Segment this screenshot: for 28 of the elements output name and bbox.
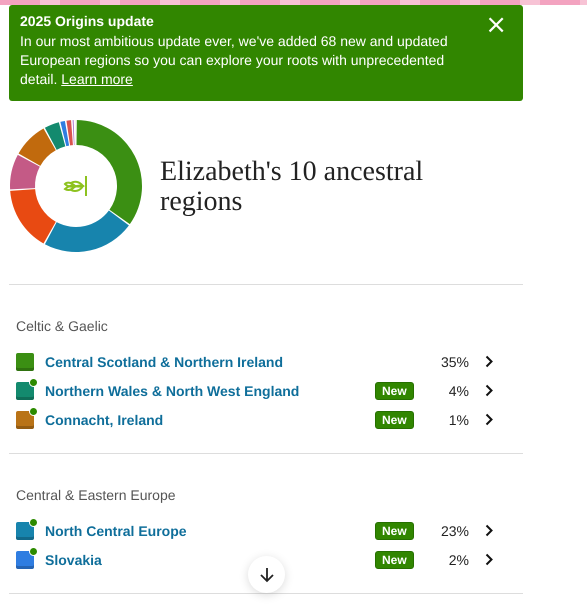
page-heading: Elizabeth's 10 ancestral regions xyxy=(160,156,424,216)
new-badge: New xyxy=(375,522,414,540)
scroll-down-button[interactable] xyxy=(248,556,285,593)
banner-title: 2025 Origins update xyxy=(20,13,155,29)
section-title: Central & Eastern Europe xyxy=(16,487,177,503)
percentage: 4% xyxy=(448,382,469,398)
region-link[interactable]: North Central Europe xyxy=(45,522,375,538)
learn-more-link[interactable]: Learn more xyxy=(61,71,133,87)
arrow-down-icon xyxy=(258,566,276,584)
chevron-right-icon[interactable] xyxy=(485,384,493,397)
close-button[interactable]: × xyxy=(481,13,511,37)
new-badge: New xyxy=(375,550,414,568)
chevron-right-icon[interactable] xyxy=(485,355,493,368)
chevron-right-icon[interactable] xyxy=(485,413,493,426)
percentage: 23% xyxy=(440,522,469,538)
new-badge: New xyxy=(375,382,414,400)
region-link[interactable]: Connacht, Ireland xyxy=(45,412,375,428)
percentage: 35% xyxy=(440,354,469,370)
percentage: 1% xyxy=(448,412,469,428)
chevron-right-icon[interactable] xyxy=(485,553,493,566)
region-link[interactable]: Central Scotland & Northern Ireland xyxy=(45,354,375,370)
percentage: 2% xyxy=(448,552,469,568)
new-badge: New xyxy=(375,410,414,428)
banner-text: In our most ambitious update ever, we've added 68 new and updated European regions so you can explore your roots with unprecedented detail. Learn more xyxy=(20,32,449,89)
chevron-right-icon[interactable] xyxy=(485,524,493,537)
section-title: Celtic & Gaelic xyxy=(16,318,109,334)
region-link[interactable]: Northern Wales & North West England xyxy=(45,382,375,398)
region-link[interactable]: Slovakia xyxy=(45,552,375,568)
